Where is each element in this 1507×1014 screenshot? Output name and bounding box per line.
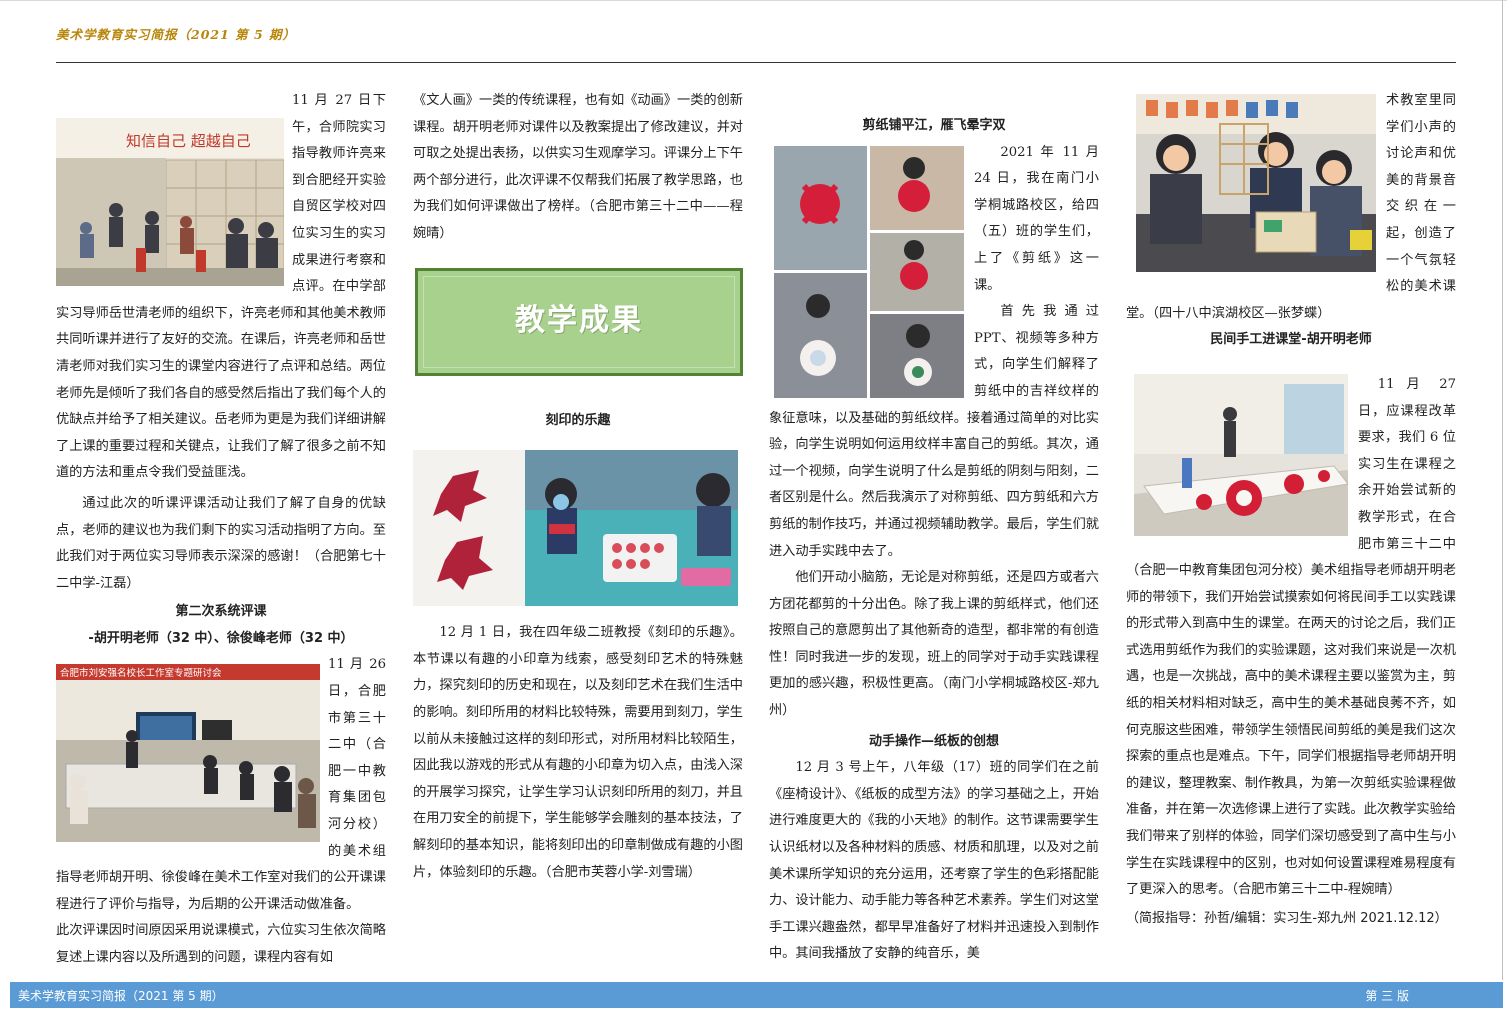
heading-second-review: 第二次系统评课 [175, 604, 267, 620]
photo-paper-cutting-collage [774, 145, 964, 398]
heading-cardboard-creation: 动手操作—纸板的创想 [868, 733, 999, 749]
column-3: 剪纸铺平江，雁飞晕字双 2021 年 11 月 24 日，我在南门小学桐城路校区… [769, 88, 1099, 968]
footer-title: 美术学教育实习简报（2021 第 5 期） [18, 988, 224, 1003]
heading-paper-cutting: 剪纸铺平江，雁飞晕字双 [862, 118, 1006, 133]
wall-slogan: 知信自己 超越自己 [126, 132, 251, 150]
review-meeting-image: 合肥市刘安强名校长工作室专题研讨会 [56, 664, 320, 843]
heading-folk-crafts: 民间手工进课堂-胡开明老师 [1210, 332, 1372, 348]
banner-title: 教学成果 [515, 303, 643, 339]
col2-paragraph-2: 12 月 1 日，我在四年级二班教授《刻印的乐趣》。本节课以有趣的小印章为线索，… [413, 625, 743, 880]
col3-paragraph-4: 12 月 3 号上午，八年级（17）班的同学们在之前《座椅设计》、《纸板的成型方… [769, 760, 1099, 962]
col2-paragraph-1: 《文人画》一类的传统课程，也有如《动画》一类的创新课程。胡开明老师对课件以及教案… [413, 93, 743, 241]
photo-classroom-observation: 知信自己 超越自己 [56, 118, 284, 286]
photo-paper-cutting-exhibit [1134, 373, 1348, 536]
banner-teaching-results: 教学成果 [415, 267, 743, 376]
col1-paragraph-2: 通过此次的听课评课活动让我们了解了自身的优缺点，老师的建议也为我们剩下的实习活动… [56, 495, 386, 591]
classroom-observation-image: 知信自己 超越自己 [56, 118, 284, 286]
page-top-border [0, 0, 1507, 4]
column-4: 术教室里同学们小声的讨论声和优美的背景音交织在一起，创造了一个气氛轻松的美术课堂… [1126, 88, 1456, 932]
col4-credit: （简报指导：孙哲/编辑：实习生-郑九州 2021.12.12） [1126, 910, 1448, 926]
col3-paragraph-3: 他们开动小脑筋，无论是对称剪纸，还是四方或者六方团花都剪的十分出色。除了我上课的… [769, 570, 1099, 719]
heading-second-review-teachers: -胡开明老师（32 中）、徐俊峰老师（32 中） [88, 630, 354, 646]
footer-page-number: 第 三 版 [1365, 988, 1409, 1003]
footer-bar: 美术学教育实习简报（2021 第 5 期） 第 三 版 [10, 982, 1503, 1008]
photo-cardboard-class [1136, 94, 1376, 272]
engraving-class-image [413, 450, 738, 607]
col1-paragraph-4: 此次评课因时间原因采用说课模式，六位实习生依次简略复述上课内容以及所遇到的问题，… [56, 923, 386, 965]
classroom-banner-text: 合肥市刘安强名校长工作室专题研讨会 [60, 667, 222, 679]
paper-cutting-exhibit-image [1134, 373, 1348, 536]
cardboard-class-image [1136, 94, 1376, 272]
masthead: 美术学教育实习简报（2021 第 5 期） [56, 27, 297, 42]
column-1: 知信自己 超越自己 11 月 27 日下午，合师院实习指导教师许亮来到合肥经开实… [56, 88, 386, 972]
masthead-rule [56, 62, 1456, 63]
paper-cutting-collage-image [774, 145, 964, 398]
page-right-border [1502, 0, 1503, 980]
photo-engraving-class [413, 450, 738, 607]
column-2: 《文人画》一类的传统课程，也有如《动画》一类的创新课程。胡开明老师对课件以及教案… [413, 88, 743, 886]
heading-engraving-fun: 刻印的乐趣 [545, 412, 611, 428]
photo-review-meeting: 合肥市刘安强名校长工作室专题研讨会 [56, 664, 320, 843]
